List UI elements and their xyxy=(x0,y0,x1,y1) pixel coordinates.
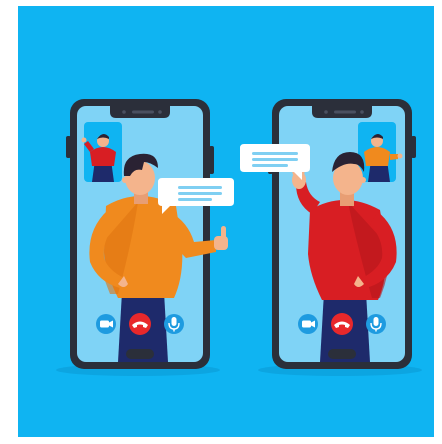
left-phone xyxy=(66,99,228,369)
phone-home-bar xyxy=(126,349,154,359)
microphone-button[interactable] xyxy=(366,314,386,334)
video-call-illustration xyxy=(18,6,434,437)
end-call-button[interactable] xyxy=(129,313,151,335)
phone-side-button xyxy=(411,136,416,158)
call-controls-left xyxy=(96,313,184,335)
camera-icon xyxy=(100,320,109,328)
microphone-icon xyxy=(373,317,379,326)
camera-button[interactable] xyxy=(96,314,116,334)
phone-home-bar xyxy=(328,349,356,359)
microphone-button[interactable] xyxy=(164,314,184,334)
microphone-icon xyxy=(171,317,177,326)
camera-icon xyxy=(302,320,311,328)
right-phone xyxy=(268,99,416,369)
pip-video-orange-man[interactable] xyxy=(358,122,403,182)
camera-button[interactable] xyxy=(298,314,318,334)
end-call-button[interactable] xyxy=(331,313,353,335)
phone-side-button xyxy=(209,146,214,174)
phone-side-button xyxy=(66,136,71,158)
call-controls-right xyxy=(298,313,386,335)
pip-video-red-man[interactable] xyxy=(81,122,123,182)
